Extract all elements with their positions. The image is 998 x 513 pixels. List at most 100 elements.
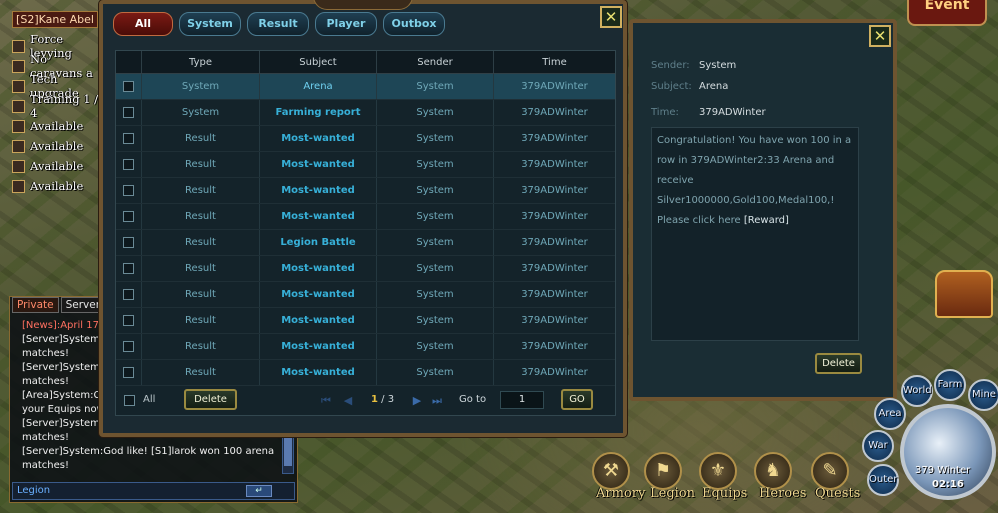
sender-label: Sender:	[651, 60, 690, 71]
chat-input-bar[interactable]: Legion ↵	[12, 482, 295, 500]
goto-page-input[interactable]: 1	[500, 391, 544, 409]
cell-time: 379ADWinter	[521, 341, 588, 352]
cell-time: 379ADWinter	[521, 81, 588, 92]
table-row[interactable]: Result Most-wanted System 379ADWinter	[116, 282, 615, 308]
header-subject[interactable]: Subject	[260, 51, 377, 73]
next-page-icon[interactable]: ▶	[410, 394, 424, 408]
row-select-checkbox[interactable]	[123, 184, 134, 196]
heroes-icon[interactable]: ♞	[754, 452, 792, 490]
task-item[interactable]: Available	[12, 136, 102, 156]
tab-outbox[interactable]: Outbox	[383, 12, 445, 36]
row-select-checkbox[interactable]	[123, 366, 134, 378]
header-sender[interactable]: Sender	[377, 51, 494, 73]
crossed-swords-icon	[12, 99, 25, 113]
tab-system[interactable]: System	[179, 12, 241, 36]
row-checkbox	[116, 178, 142, 203]
prev-page-icon[interactable]: ◀	[341, 394, 355, 408]
cell-time: 379ADWinter	[521, 107, 588, 118]
row-select-checkbox[interactable]	[123, 210, 134, 222]
cell-type: Result	[142, 334, 260, 359]
event-button[interactable]: Event	[907, 0, 987, 26]
menu-label-armory[interactable]: Armory	[596, 486, 645, 501]
task-label: Available	[30, 119, 84, 133]
menu-label-equips[interactable]: Equips	[702, 486, 747, 501]
menu-label-heroes[interactable]: Heroes	[759, 486, 806, 501]
table-row[interactable]: Result Most-wanted System 379ADWinter	[116, 334, 615, 360]
chat-tab-private[interactable]: Private	[12, 297, 59, 313]
last-page-icon[interactable]: ⏭	[430, 394, 444, 408]
current-page: 1	[371, 394, 378, 405]
world-button[interactable]: World	[901, 375, 933, 407]
scroll-icon	[12, 119, 25, 133]
header-time[interactable]: Time	[494, 51, 615, 73]
row-select-checkbox[interactable]	[123, 314, 134, 326]
select-all-checkbox[interactable]	[124, 395, 135, 406]
delete-button[interactable]: Delete	[184, 389, 237, 410]
table-row[interactable]: Result Most-wanted System 379ADWinter	[116, 256, 615, 282]
task-item[interactable]: Available	[12, 176, 102, 196]
cell-time: 379ADWinter	[521, 367, 588, 378]
tab-player[interactable]: Player	[315, 12, 377, 36]
cell-subject: Most-wanted	[260, 360, 377, 385]
quests-icon[interactable]: ✎	[811, 452, 849, 490]
cell-type: Result	[142, 360, 260, 385]
row-select-checkbox[interactable]	[123, 132, 134, 144]
row-select-checkbox[interactable]	[123, 158, 134, 170]
table-footer: All Delete ⏮ ◀ 1 / 3 ▶ ⏭ Go to 1 GO	[115, 386, 616, 416]
tech-icon	[12, 79, 25, 93]
cell-sender: System	[377, 282, 494, 307]
treasure-chest-icon[interactable]	[935, 270, 993, 318]
scroll-thumb[interactable]	[284, 438, 292, 466]
row-select-checkbox[interactable]	[123, 340, 134, 352]
menu-label-quests[interactable]: Quests	[815, 486, 860, 501]
table-row[interactable]: Result Legion Battle System 379ADWinter	[116, 230, 615, 256]
task-item[interactable]: Available	[12, 156, 102, 176]
row-select-checkbox[interactable]	[123, 236, 134, 248]
table-row[interactable]: Result Most-wanted System 379ADWinter	[116, 204, 615, 230]
cell-type: Result	[142, 308, 260, 333]
table-row[interactable]: Result Most-wanted System 379ADWinter	[116, 126, 615, 152]
table-row[interactable]: Result Most-wanted System 379ADWinter	[116, 360, 615, 386]
table-row[interactable]: Result Most-wanted System 379ADWinter	[116, 308, 615, 334]
row-select-checkbox[interactable]	[123, 80, 134, 92]
row-select-checkbox[interactable]	[123, 106, 134, 118]
tab-result[interactable]: Result	[247, 12, 309, 36]
mine-button[interactable]: Mine	[968, 379, 998, 411]
enter-icon[interactable]: ↵	[246, 485, 272, 497]
table-row[interactable]: System Farming report System 379ADWinter	[116, 100, 615, 126]
reward-link[interactable]: [Reward]	[744, 215, 789, 226]
farm-button[interactable]: Farm	[934, 369, 966, 401]
cell-time: 379ADWinter	[521, 237, 588, 248]
task-item[interactable]: Training 1 / 4	[12, 92, 102, 120]
detail-close-button[interactable]: ✕	[869, 25, 891, 47]
cell-sender: System	[377, 204, 494, 229]
row-select-checkbox[interactable]	[123, 288, 134, 300]
cell-subject: Most-wanted	[260, 178, 377, 203]
tab-all[interactable]: All	[113, 12, 173, 36]
row-select-checkbox[interactable]	[123, 262, 134, 274]
go-button[interactable]: GO	[561, 389, 593, 410]
detail-delete-button[interactable]: Delete	[815, 353, 862, 374]
equips-icon[interactable]: ⚜	[699, 452, 737, 490]
cell-sender: System	[377, 360, 494, 385]
table-row[interactable]: System Arena System 379ADWinter	[116, 74, 615, 100]
header-type[interactable]: Type	[142, 51, 260, 73]
row-checkbox	[116, 308, 142, 333]
mail-table: Type Subject Sender Time System Arena Syst…	[115, 50, 616, 386]
first-page-icon[interactable]: ⏮	[319, 394, 333, 408]
cell-time: 379ADWinter	[521, 263, 588, 274]
area-button[interactable]: Area	[874, 398, 906, 430]
player-name-tag[interactable]: [S2]Kane Abel	[12, 11, 98, 28]
table-row[interactable]: Result Most-wanted System 379ADWinter	[116, 178, 615, 204]
row-checkbox	[116, 256, 142, 281]
chat-channel-select[interactable]: Legion	[17, 484, 50, 498]
table-row[interactable]: Result Most-wanted System 379ADWinter	[116, 152, 615, 178]
row-checkbox	[116, 230, 142, 255]
legion-icon[interactable]: ⚑	[644, 452, 682, 490]
cell-type: Result	[142, 230, 260, 255]
menu-label-legion[interactable]: Legion	[650, 486, 695, 501]
armory-icon[interactable]: ⚒	[592, 452, 630, 490]
cell-time: 379ADWinter	[521, 159, 588, 170]
chat-line: [Server]System:God like! [S1]larok won 1…	[22, 446, 275, 457]
mail-close-button[interactable]: ✕	[600, 6, 622, 28]
